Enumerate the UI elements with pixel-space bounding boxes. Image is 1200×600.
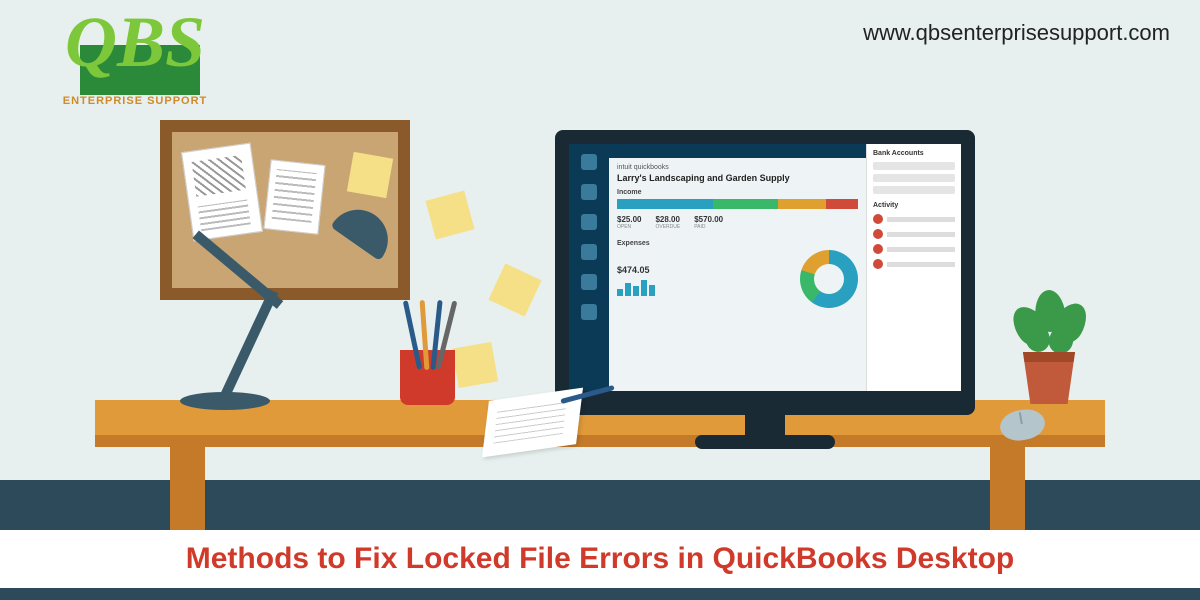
window-topbar (609, 144, 866, 158)
breadcrumb: intuit quickbooks (617, 164, 858, 171)
dashboard-screen: intuit quickbooks Larry's Landscaping an… (569, 144, 961, 391)
stat-value: $28.00 (655, 215, 679, 224)
nav-icon (581, 184, 597, 200)
stat-sub: OVERDUE (655, 224, 680, 230)
activity-heading: Activity (873, 202, 955, 209)
monitor-stand-neck (745, 408, 785, 438)
nav-icon (581, 244, 597, 260)
bar-segment (826, 199, 858, 209)
right-panel: Bank Accounts Activity (866, 144, 961, 391)
stat-paid: $570.00PAID (694, 215, 723, 230)
stat-open: $25.00OPEN (617, 215, 641, 230)
stat-sub: OPEN (617, 224, 641, 230)
activity-item (873, 229, 955, 239)
monitor: intuit quickbooks Larry's Landscaping an… (555, 130, 975, 415)
expenses-label: Expenses (617, 240, 858, 247)
sticky-note-icon (452, 342, 498, 388)
income-label: Income (617, 189, 858, 196)
sidebar (569, 144, 609, 391)
desk-edge (95, 435, 1105, 447)
home-icon (581, 154, 597, 170)
account-row (873, 186, 955, 194)
expenses-total: $474.05 (617, 265, 792, 275)
logo-text: QBS (20, 10, 250, 75)
lamp-head (330, 198, 399, 261)
stat-overdue: $28.00OVERDUE (655, 215, 680, 230)
account-row (873, 174, 955, 182)
monitor-bezel: intuit quickbooks Larry's Landscaping an… (555, 130, 975, 415)
stat-value: $570.00 (694, 215, 723, 224)
lamp-arm (218, 289, 278, 402)
activity-line (887, 217, 955, 222)
desk-lamp (180, 200, 400, 410)
nav-icon (581, 304, 597, 320)
website-url: www.qbsenterprisesupport.com (863, 20, 1170, 46)
income-bar (617, 199, 858, 209)
activity-line (887, 262, 955, 267)
mini-bar (641, 280, 647, 296)
lamp-arm (193, 230, 284, 308)
bar-segment (713, 199, 777, 209)
stat-value: $25.00 (617, 215, 641, 224)
monitor-stand-foot (695, 435, 835, 449)
illustration-scene: QBS ENTERPRISE SUPPORT www.qbsenterprise… (0, 0, 1200, 600)
expenses-row: $474.05 (617, 250, 858, 308)
alert-dot-icon (873, 214, 883, 224)
logo-subtitle: ENTERPRISE SUPPORT (20, 95, 250, 107)
pen-cup (400, 350, 455, 405)
bar-segment (778, 199, 826, 209)
mini-bar (617, 289, 623, 296)
bank-accounts-heading: Bank Accounts (873, 150, 955, 157)
activity-item (873, 259, 955, 269)
activity-line (887, 247, 955, 252)
sticky-note-icon (347, 152, 393, 198)
nav-icon (581, 274, 597, 290)
alert-dot-icon (873, 229, 883, 239)
bar-segment (617, 199, 713, 209)
mini-bar (625, 283, 631, 296)
mini-bar (649, 285, 655, 296)
nav-icon (581, 214, 597, 230)
plant-leaves (1010, 290, 1090, 360)
stat-sub: PAID (694, 224, 723, 230)
brand-logo: QBS ENTERPRISE SUPPORT (20, 10, 250, 130)
main-content: intuit quickbooks Larry's Landscaping an… (609, 144, 866, 391)
mini-bar (633, 286, 639, 296)
activity-line (887, 232, 955, 237)
expenses-left: $474.05 (617, 262, 792, 296)
activity-item (873, 244, 955, 254)
activity-item (873, 214, 955, 224)
alert-dot-icon (873, 259, 883, 269)
income-stats: $25.00OPEN $28.00OVERDUE $570.00PAID (617, 215, 858, 230)
donut-chart (800, 250, 858, 308)
mini-bar-chart (617, 278, 792, 296)
alert-dot-icon (873, 244, 883, 254)
company-title: Larry's Landscaping and Garden Supply (617, 173, 858, 183)
article-headline: Methods to Fix Locked File Errors in Qui… (0, 530, 1200, 588)
account-row (873, 162, 955, 170)
